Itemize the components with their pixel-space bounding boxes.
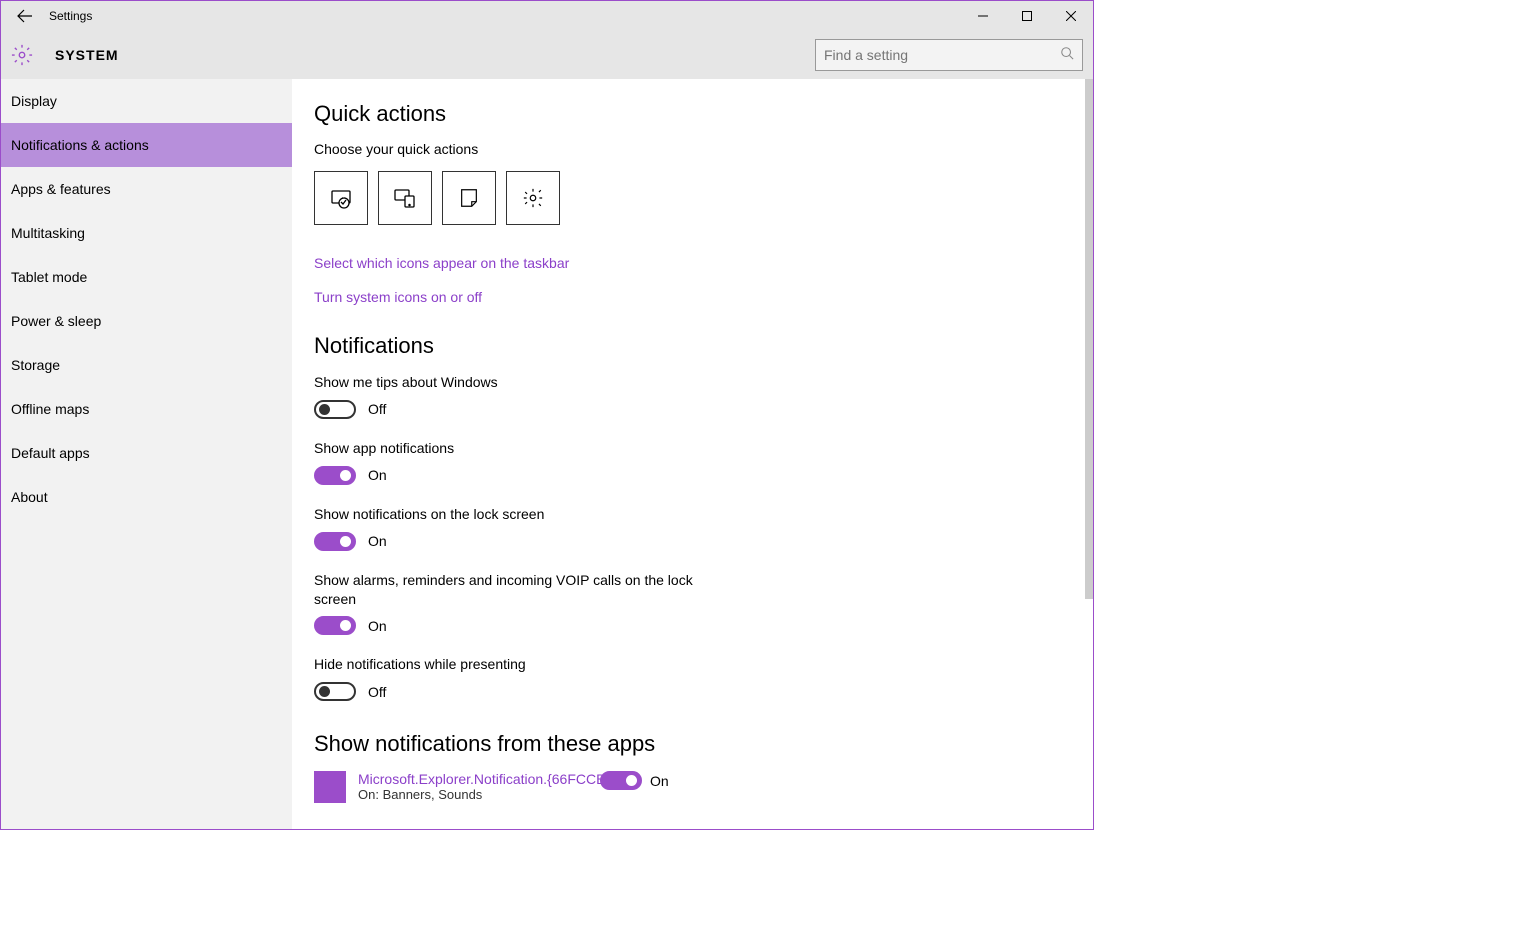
toggle-app-notifications: Show app notifications On <box>314 439 714 485</box>
back-arrow-icon <box>17 8 33 24</box>
window-title: Settings <box>49 9 92 23</box>
sidebar-item-about[interactable]: About <box>1 475 292 519</box>
back-button[interactable] <box>1 2 49 30</box>
sidebar-item-power-sleep[interactable]: Power & sleep <box>1 299 292 343</box>
app-name: Microsoft.Explorer.Notification.{66FCCB2… <box>358 771 618 787</box>
link-system-icons[interactable]: Turn system icons on or off <box>314 289 1093 305</box>
search-input[interactable] <box>824 47 1054 63</box>
sidebar-item-tablet-mode[interactable]: Tablet mode <box>1 255 292 299</box>
toggle-state: Off <box>368 684 386 700</box>
quick-action-row <box>314 171 1093 225</box>
close-icon <box>1066 11 1076 21</box>
app-row[interactable]: Microsoft.Explorer.Notification.{66FCCB2… <box>314 771 1093 803</box>
minimize-icon <box>978 11 988 21</box>
search-icon <box>1060 46 1074 65</box>
app-toggle-switch[interactable] <box>600 771 642 790</box>
toggle-lockscreen-switch[interactable] <box>314 532 356 551</box>
window-controls <box>961 1 1093 31</box>
link-taskbar-icons[interactable]: Select which icons appear on the taskbar <box>314 255 1093 271</box>
toggle-label: Show me tips about Windows <box>314 373 714 392</box>
sidebar: Display Notifications & actions Apps & f… <box>1 79 292 829</box>
quick-tile-all-settings[interactable] <box>506 171 560 225</box>
quick-tile-connect[interactable] <box>378 171 432 225</box>
quick-tile-tablet-mode[interactable] <box>314 171 368 225</box>
sidebar-item-apps-features[interactable]: Apps & features <box>1 167 292 211</box>
toggle-app-notifications-switch[interactable] <box>314 466 356 485</box>
toggle-tips-switch[interactable] <box>314 400 356 419</box>
settings-window: Settings SYSTEM Display Notif <box>0 0 1094 830</box>
tablet-mode-icon <box>329 186 353 210</box>
toggle-state: Off <box>368 401 386 417</box>
note-icon <box>458 187 480 209</box>
toggle-alarms-voip-switch[interactable] <box>314 616 356 635</box>
toggle-label: Hide notifications while presenting <box>314 655 714 674</box>
content: Quick actions Choose your quick actions … <box>292 79 1093 829</box>
sidebar-item-offline-maps[interactable]: Offline maps <box>1 387 292 431</box>
titlebar: Settings <box>1 1 1093 31</box>
notifications-title: Notifications <box>314 333 1093 359</box>
quick-actions-subtitle: Choose your quick actions <box>314 141 1093 157</box>
close-button[interactable] <box>1049 1 1093 31</box>
quick-actions-title: Quick actions <box>314 101 1093 127</box>
apps-section-title: Show notifications from these apps <box>314 731 1093 757</box>
header-title: SYSTEM <box>55 47 119 63</box>
toggle-tips: Show me tips about Windows Off <box>314 373 714 419</box>
gear-icon <box>522 187 544 209</box>
quick-tile-note[interactable] <box>442 171 496 225</box>
minimize-button[interactable] <box>961 1 1005 31</box>
connect-icon <box>393 186 417 210</box>
toggle-presenting: Hide notifications while presenting Off <box>314 655 714 701</box>
app-toggle-state: On <box>650 773 669 789</box>
toggle-state: On <box>368 533 387 549</box>
toggle-label: Show notifications on the lock screen <box>314 505 714 524</box>
toggle-label: Show app notifications <box>314 439 714 458</box>
maximize-button[interactable] <box>1005 1 1049 31</box>
sidebar-item-default-apps[interactable]: Default apps <box>1 431 292 475</box>
sidebar-item-notifications[interactable]: Notifications & actions <box>1 123 292 167</box>
header: SYSTEM <box>1 31 1093 79</box>
system-gear-icon <box>11 44 33 66</box>
app-subtitle: On: Banners, Sounds <box>358 787 618 802</box>
toggle-state: On <box>368 618 387 634</box>
toggle-alarms-voip: Show alarms, reminders and incoming VOIP… <box>314 571 714 636</box>
toggle-label: Show alarms, reminders and incoming VOIP… <box>314 571 714 609</box>
search-box[interactable] <box>815 39 1083 71</box>
sidebar-item-multitasking[interactable]: Multitasking <box>1 211 292 255</box>
app-icon <box>314 771 346 803</box>
toggle-presenting-switch[interactable] <box>314 682 356 701</box>
sidebar-item-storage[interactable]: Storage <box>1 343 292 387</box>
scrollbar[interactable] <box>1085 79 1093 829</box>
sidebar-item-display[interactable]: Display <box>1 79 292 123</box>
toggle-state: On <box>368 467 387 483</box>
toggle-lockscreen: Show notifications on the lock screen On <box>314 505 714 551</box>
body: Display Notifications & actions Apps & f… <box>1 79 1093 829</box>
maximize-icon <box>1022 11 1032 21</box>
scrollbar-thumb[interactable] <box>1085 79 1093 599</box>
